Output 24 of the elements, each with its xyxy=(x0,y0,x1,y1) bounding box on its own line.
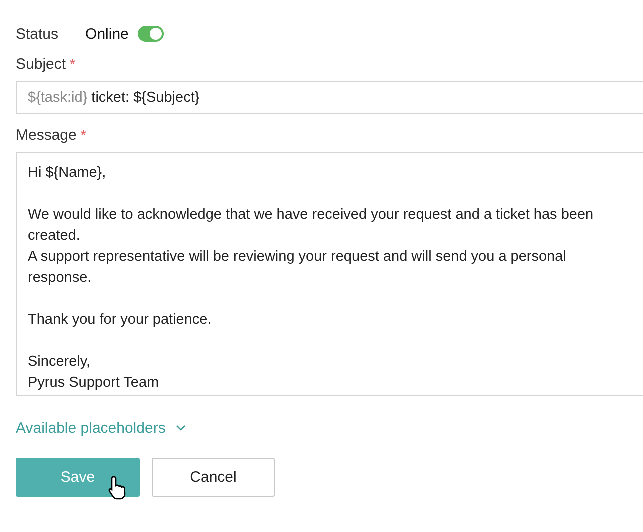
save-button[interactable]: Save xyxy=(16,458,140,497)
status-toggle[interactable] xyxy=(138,26,164,42)
message-line: response. xyxy=(28,269,93,288)
required-mark: * xyxy=(70,56,76,72)
subject-field[interactable]: ${task:id} ticket: ${Subject} xyxy=(16,81,643,114)
message-line: Sincerely, xyxy=(28,353,92,372)
message-label: Message xyxy=(16,127,77,144)
status-label: Status xyxy=(16,26,59,42)
message-field[interactable] xyxy=(16,152,643,396)
status-value: Online xyxy=(86,26,129,42)
message-line: Thank you for your patience. xyxy=(28,311,213,330)
required-mark: * xyxy=(80,127,86,143)
placeholders-link-text[interactable]: Available placeholders xyxy=(16,420,166,436)
subject-text: ticket: ${Subject} xyxy=(92,90,200,106)
message-line: Hi ${Name}, xyxy=(28,164,108,183)
message-line: We would like to acknowledge that we have received your request and a ticket has been xyxy=(28,206,595,225)
cancel-button[interactable]: Cancel xyxy=(152,458,275,497)
message-line: A support representative will be reviewing your request and will send you a personal xyxy=(28,248,568,267)
message-line: created. xyxy=(28,227,82,246)
subject-label: Subject xyxy=(16,56,66,73)
placeholder-token: ${task:id} xyxy=(28,90,88,106)
message-line: Pyrus Support Team xyxy=(28,374,160,393)
chevron-icon[interactable] xyxy=(176,425,186,431)
placeholders-link[interactable]: Available placeholders xyxy=(16,418,186,438)
